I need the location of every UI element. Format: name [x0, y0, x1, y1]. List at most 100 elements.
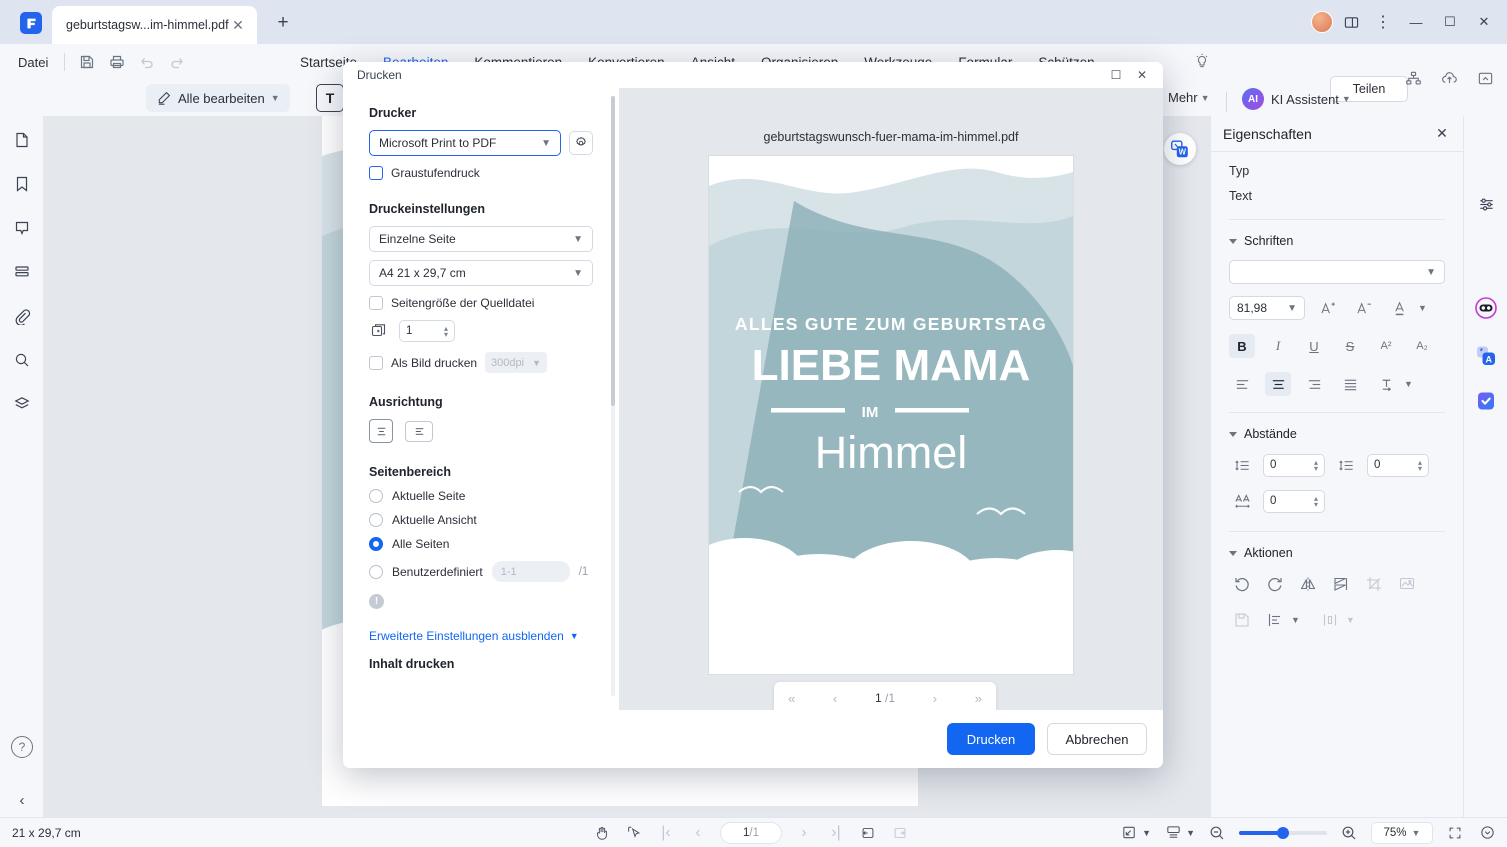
grayscale-checkbox-row[interactable]: Graustufendruck [369, 166, 593, 180]
actions-section-header[interactable]: Aktionen [1229, 546, 1445, 560]
document-tab[interactable]: geburtstagsw...im-himmel.pdf ✕ [52, 6, 257, 44]
orientation-landscape-button[interactable] [405, 420, 433, 442]
stepper-icon[interactable]: ▴ ▾ [1314, 494, 1318, 508]
sidebar-item-list[interactable] [11, 261, 33, 283]
next-page-icon[interactable]: › [933, 691, 937, 706]
sidebar-item-bookmarks[interactable] [11, 173, 33, 195]
fit-mode-icon[interactable] [1119, 823, 1139, 843]
convert-to-word-button[interactable]: W [1164, 133, 1196, 165]
copies-input[interactable]: 1 ▴ ▾ [399, 320, 455, 342]
custom-range-input[interactable]: 1-1 [491, 561, 570, 582]
prev-page-icon[interactable]: ‹ [833, 691, 837, 706]
check-task-icon[interactable] [1474, 389, 1498, 413]
chevron-down-icon[interactable]: ▼ [1418, 303, 1427, 313]
zoom-slider-handle[interactable] [1277, 826, 1289, 839]
avatar[interactable] [1311, 11, 1333, 33]
align-right-button[interactable] [1301, 372, 1327, 396]
hand-tool-icon[interactable] [592, 823, 612, 843]
rotate-left-icon[interactable] [1229, 572, 1255, 596]
page-indicator[interactable]: 1 /1 [720, 821, 782, 844]
window-snap-icon[interactable] [1337, 8, 1365, 36]
print-as-image-row[interactable]: Als Bild drucken 300dpi ▼ [369, 352, 593, 373]
page-mode-select[interactable]: Einzelne Seite ▼ [369, 226, 593, 252]
italic-button[interactable]: I [1265, 334, 1291, 358]
plus-icon[interactable]: + [272, 12, 294, 34]
subscript-button[interactable]: A₂ [1409, 334, 1435, 358]
stepper-icon[interactable]: ▴ ▾ [1314, 458, 1318, 472]
paper-size-select[interactable]: A4 21 x 29,7 cm ▼ [369, 260, 593, 286]
text-direction-button[interactable] [1373, 372, 1399, 396]
close-icon[interactable]: ✕ [229, 16, 247, 34]
single-page-icon[interactable] [858, 823, 878, 843]
save-icon[interactable] [73, 48, 101, 76]
chevron-down-icon[interactable]: ▼ [1186, 828, 1195, 838]
printer-select[interactable]: Microsoft Print to PDF ▼ [369, 130, 561, 156]
lightbulb-icon[interactable] [1192, 52, 1212, 72]
zoom-level-select[interactable]: 75% ▼ [1371, 821, 1433, 844]
text-tool-button[interactable]: T [316, 84, 344, 112]
help-button[interactable]: ? [11, 736, 33, 758]
ai-robot-icon[interactable] [1474, 296, 1498, 320]
collapse-sidebar-button[interactable]: ‹ [11, 789, 33, 811]
menu-file[interactable]: Datei [10, 55, 56, 70]
orientation-portrait-button[interactable] [369, 419, 393, 443]
chevron-down-icon[interactable]: ▼ [1291, 615, 1300, 625]
sidebar-item-thumbnails[interactable] [11, 129, 33, 151]
sidebar-item-attachments[interactable] [11, 305, 33, 327]
sidebar-item-comments[interactable] [11, 217, 33, 239]
settings-panel-icon[interactable] [1474, 192, 1498, 216]
scrollbar-thumb[interactable] [611, 96, 615, 406]
font-family-select[interactable]: ▼ [1229, 260, 1445, 284]
radio-button[interactable] [369, 564, 383, 579]
radio-button[interactable] [369, 489, 383, 503]
stepper-icon[interactable]: ▴ ▾ [1418, 458, 1422, 472]
advanced-settings-toggle[interactable]: Erweiterte Einstellungen ausblenden ▼ [369, 629, 593, 643]
ai-assistant-button[interactable]: AI KI Assistent ▼ [1242, 88, 1351, 110]
font-color-button[interactable] [1387, 296, 1413, 320]
underline-button[interactable]: U [1301, 334, 1327, 358]
edit-all-button[interactable]: Alle bearbeiten ▼ [146, 84, 290, 112]
align-justify-button[interactable] [1337, 372, 1363, 396]
radio-button-selected[interactable] [369, 537, 383, 551]
maximize-icon[interactable]: ☐ [1103, 64, 1129, 86]
font-size-select[interactable]: 81,98 ▼ [1229, 296, 1305, 320]
radio-button[interactable] [369, 513, 383, 527]
maximize-button[interactable]: ☐ [1435, 8, 1465, 36]
zoom-out-icon[interactable] [1207, 823, 1227, 843]
flip-vertical-icon[interactable] [1328, 572, 1354, 596]
print-as-image-checkbox[interactable] [369, 355, 383, 370]
minimize-button[interactable]: — [1401, 8, 1431, 36]
close-icon[interactable]: ✕ [1129, 64, 1155, 86]
char-spacing-input[interactable]: 0 ▴ ▾ [1263, 489, 1325, 513]
close-icon[interactable]: ✕ [1433, 125, 1451, 143]
rotate-right-icon[interactable] [1262, 572, 1288, 596]
sidebar-item-layers[interactable] [11, 393, 33, 415]
range-option-current-view[interactable]: Aktuelle Ansicht [369, 513, 593, 527]
grayscale-checkbox[interactable] [369, 166, 383, 180]
range-option-current-page[interactable]: Aktuelle Seite [369, 489, 593, 503]
stepper-icon[interactable]: ▴ ▾ [444, 324, 448, 338]
decrease-font-size-button[interactable] [1351, 296, 1377, 320]
fonts-section-header[interactable]: Schriften [1229, 234, 1445, 248]
window-close-button[interactable]: ✕ [1469, 8, 1499, 36]
chevron-down-icon[interactable]: ▼ [1404, 379, 1413, 389]
range-option-custom[interactable]: Benutzerdefiniert 1-1 /1 [369, 561, 593, 582]
bold-button[interactable]: B [1229, 334, 1255, 358]
print-button[interactable]: Drucken [947, 723, 1035, 755]
superscript-button[interactable]: A² [1373, 334, 1399, 358]
fullscreen-icon[interactable] [1445, 823, 1465, 843]
flip-horizontal-icon[interactable] [1295, 572, 1321, 596]
translate-icon[interactable]: A [1474, 344, 1498, 368]
chevron-down-icon[interactable]: ▼ [1142, 828, 1151, 838]
zoom-in-icon[interactable] [1339, 823, 1359, 843]
more-view-icon[interactable] [1477, 823, 1497, 843]
cancel-button[interactable]: Abbrechen [1047, 723, 1147, 755]
last-page-icon[interactable]: » [975, 691, 982, 706]
strikethrough-button[interactable]: S [1337, 334, 1363, 358]
line-spacing-input[interactable]: 0 ▴ ▾ [1263, 453, 1325, 477]
spacing-section-header[interactable]: Abstände [1229, 427, 1445, 441]
source-size-checkbox[interactable] [369, 296, 383, 310]
more-tools-button[interactable]: Mehr ▼ [1168, 90, 1210, 105]
align-left-button[interactable] [1229, 372, 1255, 396]
first-page-icon[interactable]: « [788, 691, 795, 706]
